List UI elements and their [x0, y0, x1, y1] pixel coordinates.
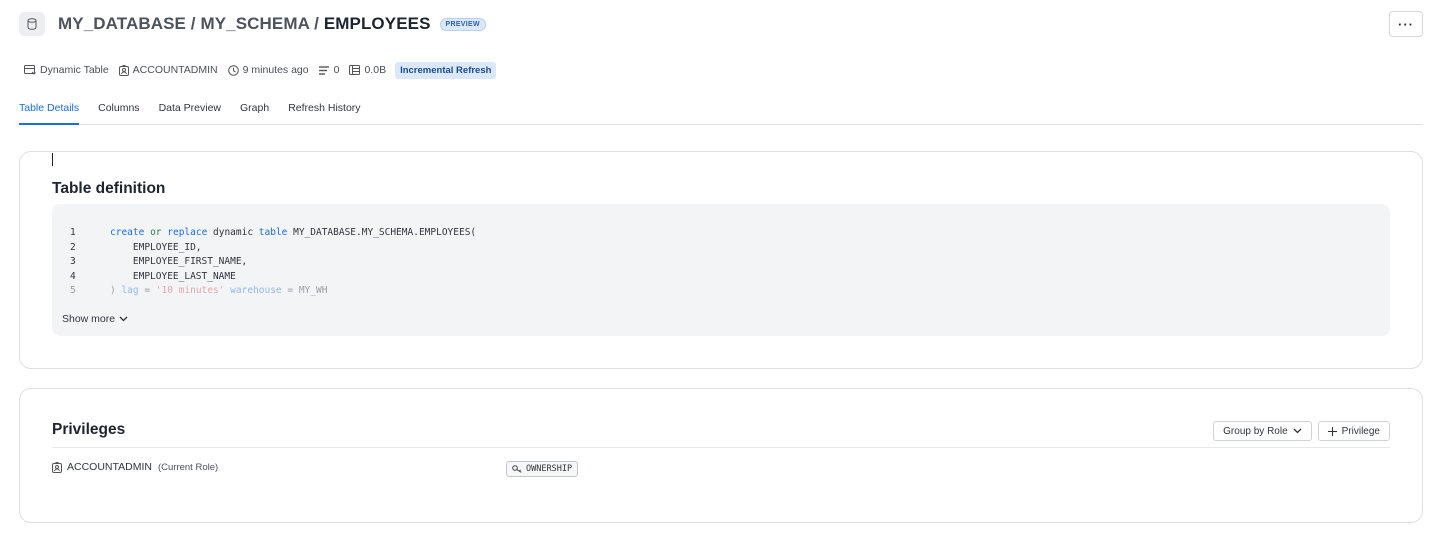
show-more-button[interactable]: Show more: [62, 313, 128, 325]
table-definition-title: Table definition: [52, 180, 166, 197]
rows-icon: [318, 65, 329, 75]
meta-type: Dynamic Table: [24, 64, 109, 76]
privileges-card: Privileges Group by Role Privilege ACCOU…: [19, 388, 1423, 523]
add-privilege-button[interactable]: Privilege: [1317, 421, 1390, 441]
plus-icon: [1327, 426, 1337, 436]
sql-code-block[interactable]: 1 create or replace dynamic table MY_DATA…: [52, 204, 1390, 336]
meta-owner-label: ACCOUNTADMIN: [132, 64, 218, 76]
meta-updated: 9 minutes ago: [227, 64, 309, 76]
code-token: ): [110, 285, 122, 296]
page-title: MY_DATABASE / MY_SCHEMA / EMPLOYEES PREV…: [58, 14, 486, 34]
dynamic-table-icon: [24, 64, 36, 75]
code-text: ) lag = '10 minutes' warehouse = MY_WH: [110, 284, 327, 299]
tab-columns[interactable]: Columns: [98, 99, 139, 125]
ownership-label: OWNERSHIP: [526, 464, 573, 474]
breadcrumb: MY_DATABASE / MY_SCHEMA / EMPLOYEES: [58, 14, 431, 34]
code-text: EMPLOYEE_FIRST_NAME,: [110, 255, 247, 270]
preview-badge: PREVIEW: [439, 17, 486, 31]
meta-owner: ACCOUNTADMIN: [118, 64, 218, 76]
code-token: lag: [121, 285, 139, 296]
code-token: create: [110, 227, 145, 238]
role-icon: [118, 64, 129, 76]
meta-rows-label: 0: [333, 64, 340, 76]
code-token: EMPLOYEE_LAST_NAME: [110, 270, 236, 282]
database-icon: [19, 12, 45, 36]
meta-size: 0.0B: [349, 64, 386, 76]
clock-icon: [227, 64, 239, 76]
tab-graph[interactable]: Graph: [240, 99, 269, 125]
line-number: 1: [70, 227, 76, 238]
group-by-role-button[interactable]: Group by Role: [1213, 421, 1312, 441]
line-number: 3: [70, 256, 76, 267]
code-token: table: [258, 227, 288, 238]
code-text: EMPLOYEE_LAST_NAME: [110, 270, 236, 285]
tab-refresh-history[interactable]: Refresh History: [288, 99, 360, 125]
role-name: ACCOUNTADMIN: [67, 461, 152, 473]
privilege-actions: Group by Role Privilege: [1213, 421, 1390, 441]
add-privilege-label: Privilege: [1341, 425, 1380, 437]
group-by-label: Group by Role: [1223, 425, 1288, 437]
show-more-label: Show more: [62, 313, 116, 325]
tab-bar: Table Details Columns Data Preview Graph…: [19, 99, 1423, 125]
table-metadata: Dynamic Table ACCOUNTADMIN 9 minutes ago…: [24, 60, 497, 80]
breadcrumb-path: MY_DATABASE / MY_SCHEMA /: [58, 14, 324, 33]
code-text: EMPLOYEE_ID,: [110, 241, 202, 256]
current-role-note: (Current Role): [157, 461, 219, 473]
tab-data-preview[interactable]: Data Preview: [159, 99, 221, 125]
key-icon: [512, 465, 522, 473]
table-definition-card: Table definition 1 create or replace dyna…: [19, 151, 1423, 369]
code-line: 3 EMPLOYEE_FIRST_NAME,: [70, 255, 476, 270]
code-line: 5) lag = '10 minutes' warehouse = MY_WH: [70, 284, 476, 299]
meta-type-label: Dynamic Table: [40, 64, 109, 76]
privilege-role-row: ACCOUNTADMIN (Current Role): [52, 461, 218, 473]
code-token: EMPLOYEE_ID,: [110, 241, 202, 253]
line-number: 5: [70, 285, 76, 296]
line-number: 4: [70, 270, 76, 282]
code-line: 2 EMPLOYEE_ID,: [70, 241, 476, 256]
chevron-down-icon: [1293, 428, 1302, 434]
code-token: replace: [167, 227, 208, 238]
role-icon: [52, 461, 62, 473]
tab-table-details[interactable]: Table Details: [19, 99, 80, 125]
code-lines: 1 create or replace dynamic table MY_DATA…: [70, 226, 476, 299]
code-text: create or replace dynamic table MY_DATAB…: [110, 226, 476, 241]
code-token: EMPLOYEE_FIRST_NAME,: [110, 256, 248, 267]
code-token: '10 minutes': [155, 285, 225, 296]
divider: [52, 447, 1390, 448]
line-number: 2: [70, 241, 76, 253]
code-line: 4 EMPLOYEE_LAST_NAME: [70, 270, 476, 285]
text-cursor: [52, 153, 53, 166]
code-token: =: [138, 285, 156, 296]
code-token: = MY_WH: [281, 285, 328, 296]
privileges-title: Privileges: [52, 421, 126, 438]
chevron-down-icon: [119, 316, 128, 322]
meta-rows: 0: [318, 64, 340, 76]
storage-icon: [349, 65, 361, 75]
code-token: dynamic: [207, 227, 259, 238]
more-options-button[interactable]: ···: [1389, 11, 1423, 37]
code-line: 1 create or replace dynamic table MY_DATA…: [70, 226, 476, 241]
meta-size-label: 0.0B: [364, 64, 387, 76]
code-token: MY_DATABASE.MY_SCHEMA.EMPLOYEES(: [287, 227, 477, 238]
refresh-mode-badge: Incremental Refresh: [395, 61, 497, 79]
code-token: warehouse: [230, 285, 282, 296]
code-token: or: [150, 227, 162, 238]
ownership-privilege-badge: OWNERSHIP: [506, 461, 579, 477]
table-name: EMPLOYEES: [323, 14, 431, 33]
meta-updated-label: 9 minutes ago: [242, 64, 309, 76]
